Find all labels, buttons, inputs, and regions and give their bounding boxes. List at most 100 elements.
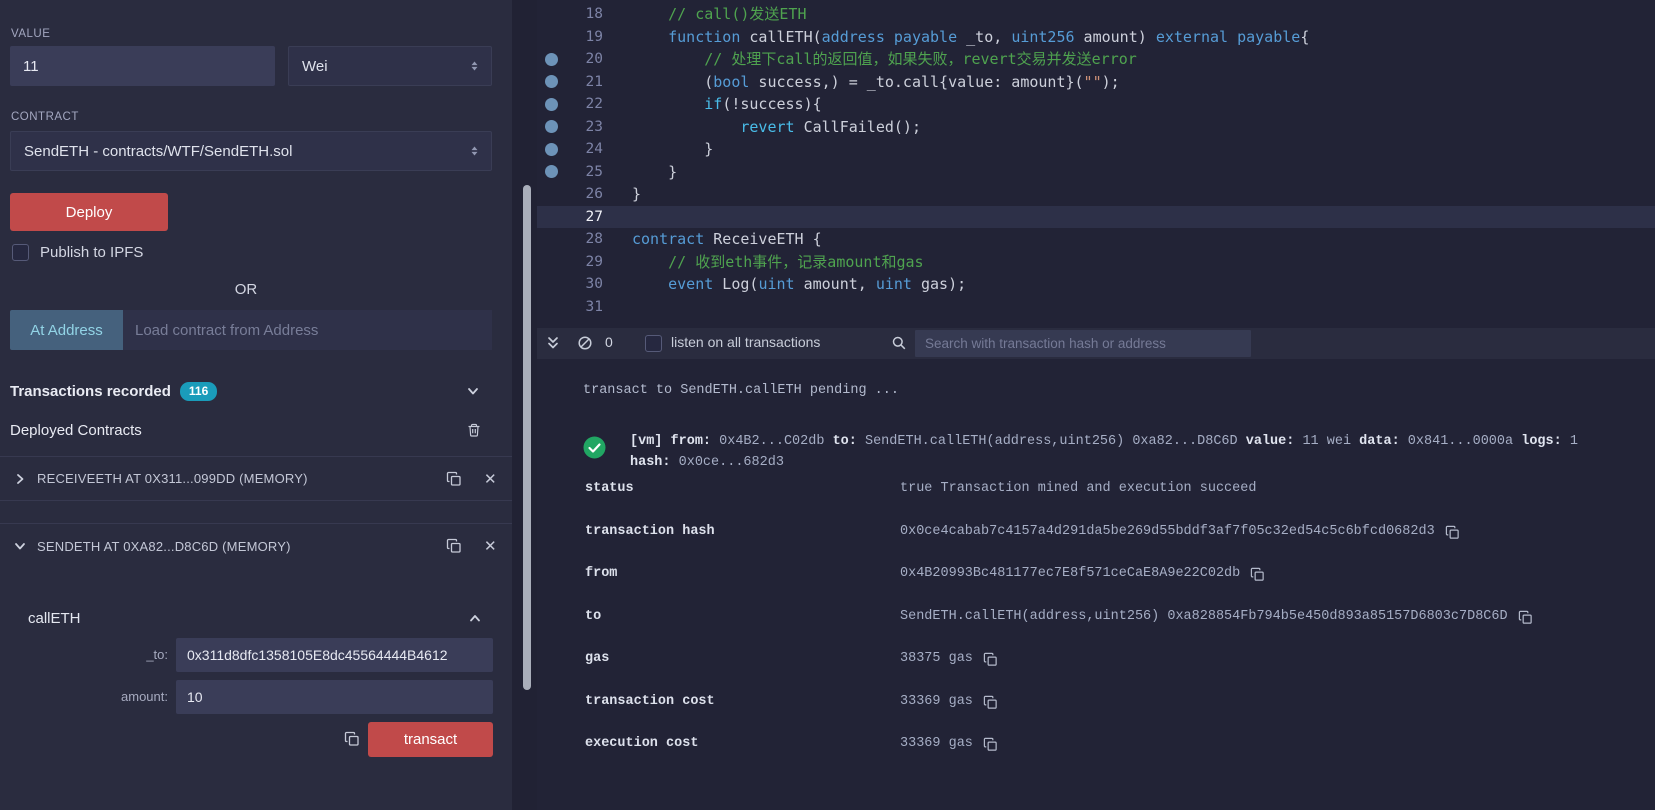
code-line[interactable]: event Log(uint amount, uint gas); bbox=[632, 273, 966, 296]
scrollbar-thumb[interactable] bbox=[523, 185, 531, 690]
copy-icon[interactable] bbox=[446, 538, 462, 554]
value-unit-select[interactable]: Wei bbox=[288, 46, 492, 86]
editor-line[interactable]: 29 // 收到eth事件，记录amount和gas bbox=[537, 251, 1655, 274]
copy-icon[interactable] bbox=[1518, 610, 1533, 625]
code-line[interactable]: if(!success){ bbox=[632, 93, 821, 116]
value-unit-selected: Wei bbox=[302, 57, 328, 75]
param-amount-input[interactable] bbox=[176, 680, 493, 714]
listen-all-transactions-label: listen on all transactions bbox=[671, 334, 821, 350]
terminal-table-row: transaction hash 0x0ce4cabab7c4157a4d291d… bbox=[585, 524, 1645, 567]
value-input[interactable] bbox=[10, 46, 275, 86]
breakpoint-dot-gutter[interactable] bbox=[537, 120, 565, 134]
listen-all-transactions-checkbox[interactable] bbox=[645, 335, 662, 352]
panel-splitter[interactable] bbox=[512, 0, 537, 810]
terminal-tx-count: 0 bbox=[605, 334, 613, 350]
row-key: execution cost bbox=[585, 736, 699, 751]
function-header-row[interactable]: callETH bbox=[28, 606, 490, 630]
editor-line[interactable]: 27 bbox=[537, 205, 1655, 228]
code-line[interactable]: (bool success,) = _to.call{value: amount… bbox=[632, 71, 1119, 94]
transactions-recorded-row[interactable]: Transactions recorded 116 bbox=[10, 378, 492, 404]
row-value: 33369 gas bbox=[900, 736, 998, 751]
chevron-down-icon[interactable] bbox=[466, 384, 480, 398]
code-editor[interactable]: 18 // call()发送ETH 19 function callETH(add… bbox=[537, 0, 1655, 328]
copy-icon[interactable] bbox=[344, 731, 360, 747]
at-address-button[interactable]: At Address bbox=[10, 310, 123, 350]
editor-line[interactable]: 26} bbox=[537, 183, 1655, 206]
code-line[interactable]: } bbox=[632, 161, 677, 184]
row-value-text: 0x0ce4cabab7c4157a4d291da5be269d55bddf3a… bbox=[900, 523, 1435, 539]
line-number: 22 bbox=[585, 96, 603, 112]
editor-line[interactable]: 31 bbox=[537, 296, 1655, 319]
code-line[interactable]: revert CallFailed(); bbox=[632, 116, 921, 139]
copy-icon[interactable] bbox=[1445, 525, 1460, 540]
chevron-down-icon[interactable] bbox=[13, 539, 27, 553]
publish-ipfs-checkbox[interactable] bbox=[12, 244, 29, 261]
deploy-button[interactable]: Deploy bbox=[10, 193, 168, 231]
param-to-label: _to: bbox=[146, 647, 168, 662]
contract-instance-title: RECEIVEETH AT 0X311...099DD (MEMORY) bbox=[37, 471, 308, 486]
contract-instance-receiveeth[interactable]: RECEIVEETH AT 0X311...099DD (MEMORY) ✕ bbox=[0, 456, 512, 501]
editor-line[interactable]: 18 // call()发送ETH bbox=[537, 3, 1655, 26]
row-value: true Transaction mined and execution suc… bbox=[900, 481, 1256, 496]
chevron-right-icon[interactable] bbox=[13, 472, 27, 486]
code-line[interactable]: } bbox=[632, 138, 713, 161]
copy-icon[interactable] bbox=[983, 737, 998, 752]
param-to-input[interactable] bbox=[176, 638, 493, 672]
close-icon[interactable]: ✕ bbox=[484, 537, 497, 555]
editor-line[interactable]: 28 contract ReceiveETH { bbox=[537, 228, 1655, 251]
terminal-search-input[interactable] bbox=[915, 330, 1251, 357]
breakpoint-dot-gutter[interactable] bbox=[537, 97, 565, 111]
select-stepper-icon bbox=[468, 59, 481, 73]
copy-icon[interactable] bbox=[446, 471, 462, 487]
contract-select[interactable]: SendETH - contracts/WTF/SendETH.sol bbox=[10, 131, 492, 171]
code-line[interactable]: function callETH(address payable _to, ui… bbox=[632, 26, 1309, 49]
editor-line[interactable]: 21 (bool success,) = _to.call{value: amo… bbox=[537, 71, 1655, 94]
chevron-up-icon[interactable] bbox=[468, 611, 482, 625]
transaction-log-summary[interactable]: [vm] from: 0x4B2...C02db to: SendETH.cal… bbox=[630, 431, 1605, 473]
log-field-label: to: bbox=[832, 434, 857, 449]
row-value-text: SendETH.callETH(address,uint256) 0xa8288… bbox=[900, 608, 1508, 624]
breakpoint-dot-icon bbox=[544, 75, 558, 89]
line-number: 25 bbox=[585, 163, 603, 180]
line-number: 24 bbox=[585, 141, 603, 157]
editor-line[interactable]: 23 revert CallFailed(); bbox=[537, 116, 1655, 139]
breakpoint-dot-gutter[interactable] bbox=[537, 52, 565, 66]
editor-line[interactable]: 24 } bbox=[537, 138, 1655, 161]
line-number: 21 bbox=[585, 73, 603, 90]
log-field-label: hash: bbox=[630, 455, 671, 470]
transact-button[interactable]: transact bbox=[368, 722, 493, 757]
code-line[interactable]: // call()发送ETH bbox=[632, 3, 806, 26]
editor-terminal-area: 18 // call()发送ETH 19 function callETH(add… bbox=[537, 0, 1655, 810]
log-field-value: 11 wei bbox=[1294, 434, 1360, 449]
row-value-text: 33369 gas bbox=[900, 693, 973, 709]
editor-line[interactable]: 20 // 处理下call的返回值，如果失败，revert交易并发送error bbox=[537, 48, 1655, 71]
at-address-input[interactable] bbox=[123, 310, 492, 350]
row-value-text: 0x4B20993Bc481177ec7E8f571ceCaE8A9e22C02… bbox=[900, 566, 1241, 581]
transact-row: transact bbox=[0, 722, 512, 758]
code-line[interactable]: } bbox=[632, 183, 641, 206]
breakpoint-dot-gutter[interactable] bbox=[537, 142, 565, 156]
breakpoint-dot-gutter[interactable] bbox=[537, 75, 565, 89]
close-icon[interactable]: ✕ bbox=[484, 470, 497, 488]
editor-lines: 18 // call()发送ETH 19 function callETH(add… bbox=[537, 3, 1655, 318]
contract-instance-sendeth[interactable]: SENDETH AT 0XA82...D8C6D (MEMORY) ✕ bbox=[0, 523, 512, 568]
code-line[interactable]: // 收到eth事件，记录amount和gas bbox=[632, 251, 923, 274]
log-field-label: data: bbox=[1359, 434, 1400, 449]
editor-line[interactable]: 19 function callETH(address payable _to,… bbox=[537, 26, 1655, 49]
clear-console-icon[interactable] bbox=[577, 335, 593, 351]
copy-icon[interactable] bbox=[1250, 567, 1265, 582]
copy-icon[interactable] bbox=[983, 695, 998, 710]
line-number: 18 bbox=[585, 6, 603, 22]
editor-line[interactable]: 25 } bbox=[537, 161, 1655, 184]
terminal[interactable]: transact to SendETH.callETH pending ... … bbox=[537, 359, 1655, 810]
editor-line[interactable]: 22 if(!success){ bbox=[537, 93, 1655, 116]
code-line[interactable]: contract ReceiveETH { bbox=[632, 228, 822, 251]
breakpoint-dot-gutter[interactable] bbox=[537, 165, 565, 179]
terminal-table-row: from 0x4B20993Bc481177ec7E8f571ceCaE8A9e2… bbox=[585, 566, 1645, 609]
expand-terminal-icon[interactable] bbox=[545, 335, 561, 351]
code-line[interactable]: // 处理下call的返回值，如果失败，revert交易并发送error bbox=[632, 48, 1137, 71]
line-number: 19 bbox=[585, 28, 603, 45]
copy-icon[interactable] bbox=[983, 652, 998, 667]
editor-line[interactable]: 30 event Log(uint amount, uint gas); bbox=[537, 273, 1655, 296]
trash-icon[interactable] bbox=[466, 422, 482, 438]
